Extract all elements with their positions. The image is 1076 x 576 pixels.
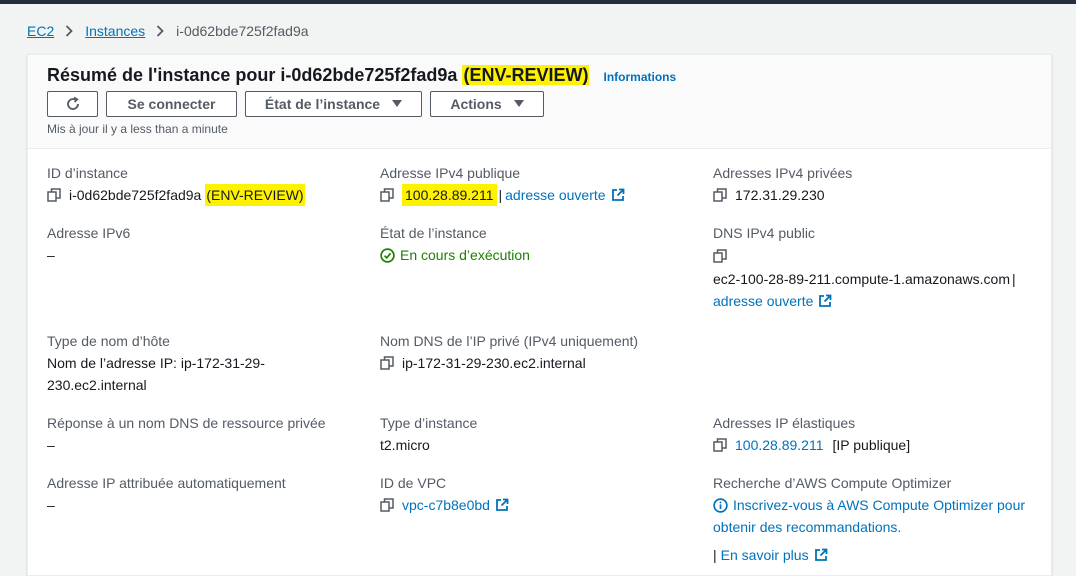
field-label: Adresse IPv4 publique xyxy=(380,165,521,181)
copy-icon[interactable] xyxy=(47,188,61,202)
page-title: Résumé de l'instance pour i-0d62bde725f2… xyxy=(47,65,676,86)
public-dns-value: ec2-100-28-89-211.compute-1.amazonaws.co… xyxy=(713,271,1011,287)
success-check-icon xyxy=(380,247,395,263)
field-ipv6: Adresse IPv6 – xyxy=(47,222,130,266)
external-link-icon[interactable] xyxy=(814,548,828,562)
hostname-type-line1: Nom de l’adresse IP: ip-172-31-29- xyxy=(47,355,265,371)
field-vpc-id: ID de VPC vpc-c7b8e0bd xyxy=(380,472,509,516)
elastic-ip-suffix: [IP publique] xyxy=(832,437,911,453)
chevron-right-icon xyxy=(65,25,74,37)
caret-down-icon xyxy=(392,100,403,108)
field-hostname-type: Type de nom d’hôte Nom de l’adresse IP: … xyxy=(47,330,265,396)
copy-icon[interactable] xyxy=(380,498,394,512)
field-label: Type d’instance xyxy=(380,415,478,431)
ipv6-value: – xyxy=(47,247,55,263)
public-ipv4-value: 100.28.89.211 xyxy=(402,184,497,206)
external-link-icon[interactable] xyxy=(495,498,509,512)
field-label: État de l’instance xyxy=(380,225,487,241)
refresh-button[interactable] xyxy=(47,91,98,117)
instance-state-value: En cours d’exécution xyxy=(400,247,530,263)
field-label: DNS IPv4 public xyxy=(713,225,815,241)
field-auto-ip: Adresse IP attribuée automatiquement – xyxy=(47,472,286,516)
chevron-right-icon xyxy=(156,25,164,37)
instance-type-value: t2.micro xyxy=(380,437,430,453)
last-updated-text: Mis à jour il y a less than a minute xyxy=(47,122,228,136)
instance-id-value: i-0d62bde725f2fad9a xyxy=(69,187,202,203)
field-label: ID d’instance xyxy=(47,165,128,181)
public-ipv4-open-link[interactable]: adresse ouverte xyxy=(505,184,605,206)
actions-label: Actions xyxy=(450,96,502,112)
panel-header: Résumé de l'instance pour i-0d62bde725f2… xyxy=(28,55,1051,149)
field-label: Adresses IPv4 privées xyxy=(713,165,853,181)
field-public-ipv4: Adresse IPv4 publique 100.28.89.211 | ad… xyxy=(380,162,625,206)
field-label: Recherche d’AWS Compute Optimizer xyxy=(713,475,952,491)
copy-icon[interactable] xyxy=(380,188,394,202)
connect-button[interactable]: Se connecter xyxy=(106,91,237,117)
private-ipv4-value: 172.31.29.230 xyxy=(735,187,825,203)
field-elastic-ips: Adresses IP élastiques 100.28.89.211 [IP… xyxy=(713,412,910,456)
private-dns-value: ip-172-31-29-230.ec2.internal xyxy=(402,355,586,371)
field-compute-optimizer: Recherche d’AWS Compute Optimizer Inscri… xyxy=(713,472,1043,566)
separator: | xyxy=(1012,271,1016,287)
breadcrumb: EC2 Instances i-0d62bde725f2fad9a xyxy=(27,21,309,41)
top-navigation-bar xyxy=(0,0,1076,4)
breadcrumb-instances-link[interactable]: Instances xyxy=(85,23,145,39)
field-dns-response: Réponse à un nom DNS de ressource privée… xyxy=(47,412,326,456)
title-text: Résumé de l'instance pour i-0d62bde725f2… xyxy=(47,65,458,85)
field-public-dns: DNS IPv4 public ec2-100-28-89-211.comput… xyxy=(713,222,1043,312)
field-instance-type: Type d’instance t2.micro xyxy=(380,412,477,456)
title-env-tag: (ENV-REVIEW) xyxy=(462,65,590,85)
info-circle-icon xyxy=(713,497,728,513)
external-link-icon[interactable] xyxy=(611,188,625,202)
external-link-icon[interactable] xyxy=(818,294,832,308)
field-label: Adresses IP élastiques xyxy=(713,415,856,431)
field-label: Adresse IP attribuée automatiquement xyxy=(47,475,286,491)
field-label: Adresse IPv6 xyxy=(47,225,131,241)
separator: | xyxy=(498,187,503,203)
optimizer-signup-link[interactable]: Inscrivez-vous à AWS Compute Optimizer p… xyxy=(733,494,1025,516)
refresh-icon xyxy=(65,96,81,112)
vpc-id-link[interactable]: vpc-c7b8e0bd xyxy=(402,494,490,516)
info-link[interactable]: Informations xyxy=(603,70,676,84)
hostname-type-line2: 230.ec2.internal xyxy=(47,377,147,393)
actions-dropdown[interactable]: Actions xyxy=(430,91,544,117)
dns-response-value: – xyxy=(47,437,55,453)
instance-id-tag: (ENV-REVIEW) xyxy=(205,184,305,206)
caret-down-icon xyxy=(513,100,524,108)
field-private-dns: Nom DNS de l’IP privé (IPv4 uniquement) … xyxy=(380,330,638,374)
instance-state-dropdown[interactable]: État de l’instance xyxy=(245,91,422,117)
auto-ip-value: – xyxy=(47,497,55,513)
separator-bar: | xyxy=(713,547,717,563)
learn-more-link[interactable]: En savoir plus xyxy=(721,544,809,566)
field-instance-id: ID d’instance i-0d62bde725f2fad9a (ENV-R… xyxy=(47,162,305,206)
instance-summary-panel: Résumé de l'instance pour i-0d62bde725f2… xyxy=(27,54,1052,576)
copy-icon[interactable] xyxy=(713,249,727,263)
copy-icon[interactable] xyxy=(380,356,394,370)
breadcrumb-current: i-0d62bde725f2fad9a xyxy=(176,23,309,39)
field-label: Réponse à un nom DNS de ressource privée xyxy=(47,415,326,431)
public-dns-open-link[interactable]: adresse ouverte xyxy=(713,290,813,312)
instance-state-label: État de l’instance xyxy=(264,96,381,112)
field-label: ID de VPC xyxy=(380,475,447,491)
breadcrumb-ec2-link[interactable]: EC2 xyxy=(27,23,54,39)
elastic-ip-link[interactable]: 100.28.89.211 xyxy=(735,434,824,456)
field-instance-state: État de l’instance En cours d’exécution xyxy=(380,222,530,266)
optimizer-signup-link-cont[interactable]: obtenir des recommandations. xyxy=(713,516,901,538)
field-label: Type de nom d’hôte xyxy=(47,333,170,349)
copy-icon[interactable] xyxy=(713,188,727,202)
field-private-ipv4: Adresses IPv4 privées 172.31.29.230 xyxy=(713,162,852,206)
copy-icon[interactable] xyxy=(713,438,727,452)
field-label: Nom DNS de l’IP privé (IPv4 uniquement) xyxy=(380,333,639,349)
